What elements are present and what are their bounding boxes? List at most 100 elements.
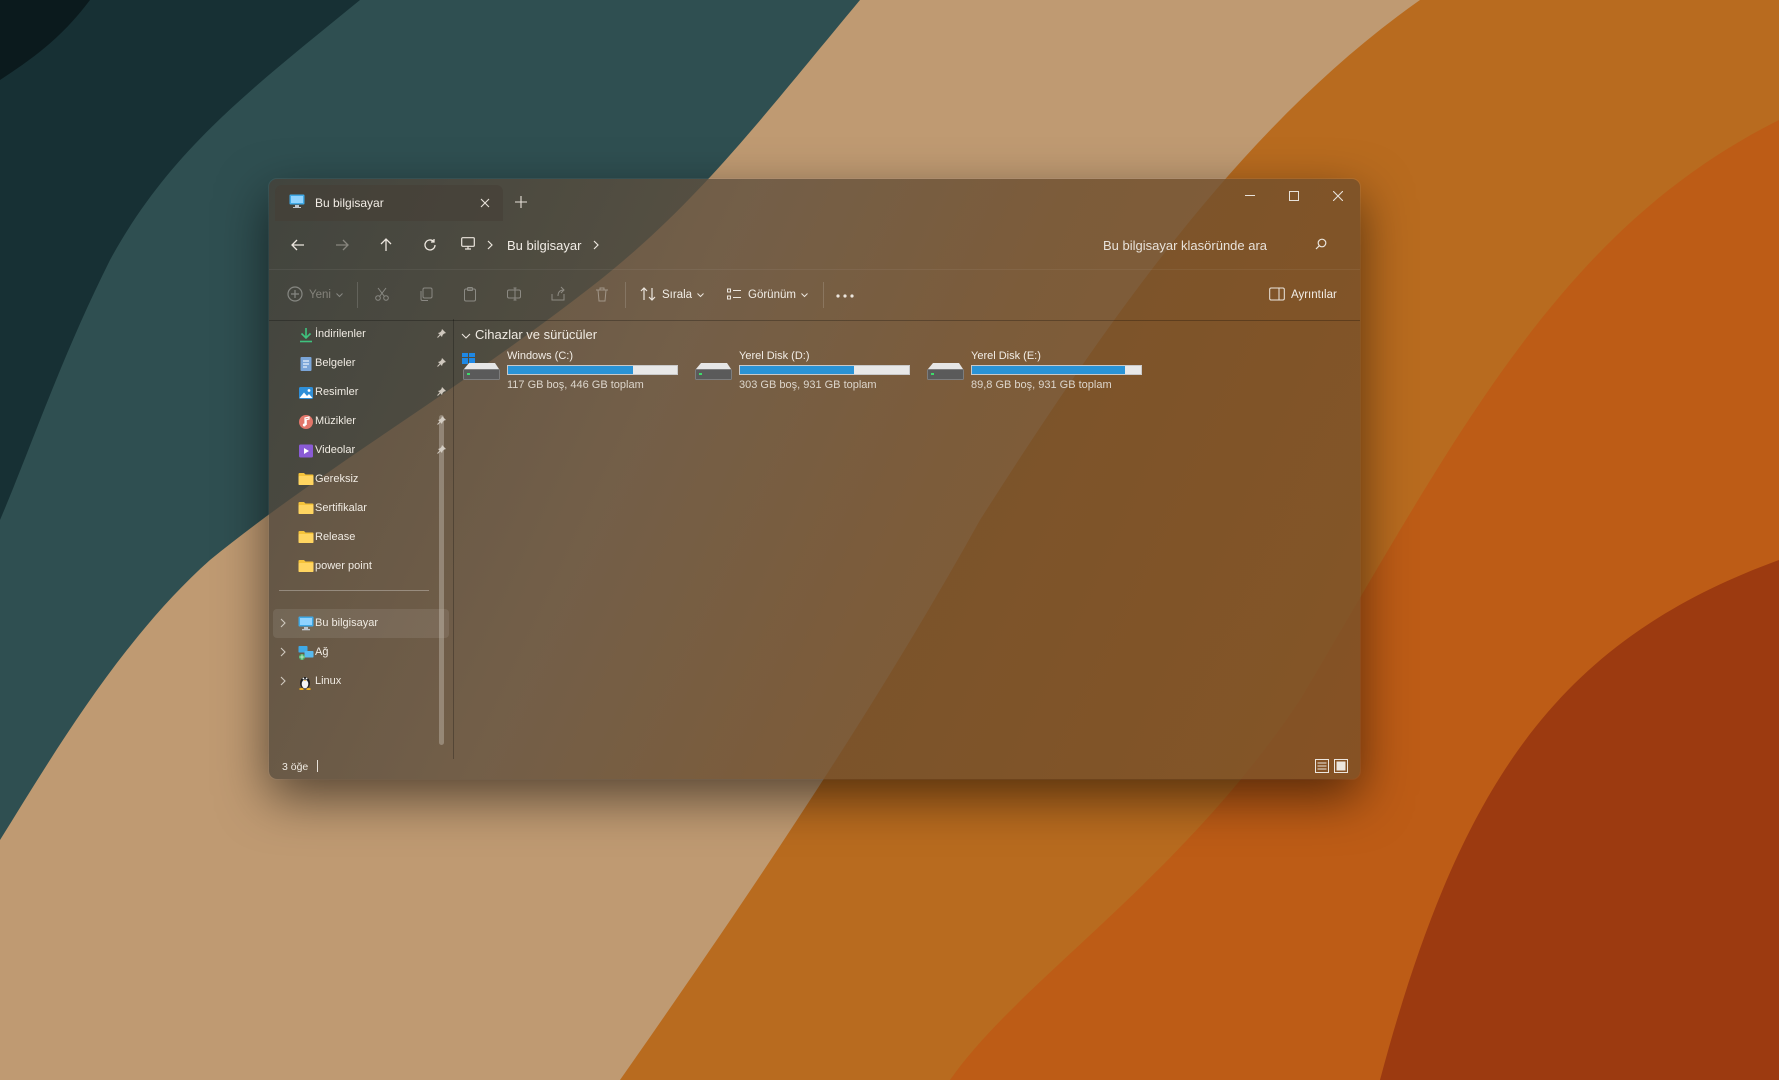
group-title: Cihazlar ve sürücüler xyxy=(475,327,598,342)
rename-button[interactable] xyxy=(506,282,522,308)
forward-button[interactable] xyxy=(326,231,358,259)
copy-icon xyxy=(418,286,434,305)
drive-name: Yerel Disk (D:) xyxy=(739,350,810,362)
pane-splitter[interactable] xyxy=(453,319,454,759)
sidebar-item-network[interactable]: Ağ xyxy=(273,638,449,667)
paste-button[interactable] xyxy=(462,282,478,308)
refresh-button[interactable] xyxy=(414,231,446,259)
hard-drive-icon xyxy=(693,353,733,388)
sort-button[interactable]: Sırala xyxy=(640,282,704,308)
plus-circle-icon xyxy=(287,285,303,305)
more-options-button[interactable] xyxy=(836,282,854,308)
folder-icon xyxy=(298,530,314,546)
status-divider xyxy=(317,760,318,772)
chevron-right-icon[interactable] xyxy=(280,618,286,631)
sidebar-item-folder[interactable]: Sertifikalar xyxy=(273,494,449,523)
folder-icon xyxy=(298,501,314,517)
details-pane-icon xyxy=(1269,287,1285,304)
tab-this-pc[interactable]: Bu bilgisayar xyxy=(275,185,503,221)
sidebar-item-folder[interactable]: Gereksiz xyxy=(273,465,449,494)
maximize-button[interactable] xyxy=(1272,179,1316,213)
rename-icon xyxy=(506,286,522,305)
breadcrumb-item-this-pc[interactable]: Bu bilgisayar xyxy=(507,238,581,253)
item-count: 3 öğe xyxy=(282,761,309,773)
details-label: Ayrıntılar xyxy=(1291,289,1337,301)
trash-icon xyxy=(594,286,610,305)
documents-icon xyxy=(298,356,314,372)
search-icon xyxy=(1315,238,1327,253)
sidebar-item-label: Videolar xyxy=(315,444,356,456)
chevron-right-icon[interactable] xyxy=(487,240,493,250)
minimize-button[interactable] xyxy=(1228,179,1272,213)
view-button[interactable]: Görünüm xyxy=(726,282,808,308)
sidebar-item-linux[interactable]: Linux xyxy=(273,667,449,696)
back-button[interactable] xyxy=(282,231,314,259)
drive-item[interactable]: Yerel Disk (E:) 89,8 GB boş, 931 GB topl… xyxy=(925,349,1142,393)
sidebar-item-label: Sertifikalar xyxy=(315,502,367,514)
cut-button[interactable] xyxy=(374,282,390,308)
chevron-right-icon[interactable] xyxy=(593,240,600,250)
sidebar-divider xyxy=(279,590,429,591)
folder-icon xyxy=(298,472,314,488)
up-button[interactable] xyxy=(370,231,402,259)
sidebar-item-videos[interactable]: Videolar xyxy=(273,436,449,465)
drive-item[interactable]: Windows (C:) 117 GB boş, 446 GB toplam xyxy=(461,349,678,393)
copy-button[interactable] xyxy=(418,282,434,308)
drive-usage-fill xyxy=(740,366,855,374)
sidebar-item-label: İndirilenler xyxy=(315,328,366,340)
pin-icon[interactable] xyxy=(437,386,447,399)
sidebar-item-label: Gereksiz xyxy=(315,473,359,485)
title-bar: Bu bilgisayar xyxy=(269,179,1360,221)
chevron-right-icon[interactable] xyxy=(280,647,286,660)
sidebar-item-documents[interactable]: Belgeler xyxy=(273,349,449,378)
hard-drive-icon xyxy=(925,353,965,388)
command-bar: Yeni Sırala Görünüm Ayrıntılar xyxy=(269,269,1360,321)
clipboard-icon xyxy=(462,286,478,305)
sidebar-item-label: Resimler xyxy=(315,386,359,398)
delete-button[interactable] xyxy=(594,282,610,308)
music-icon xyxy=(298,414,314,430)
drive-usage-fill xyxy=(972,366,1125,374)
os-drive-icon xyxy=(461,351,501,388)
pictures-icon xyxy=(298,385,314,401)
chevron-down-icon xyxy=(801,289,808,301)
chevron-down-icon xyxy=(336,289,343,301)
drive-info: 89,8 GB boş, 931 GB toplam xyxy=(971,379,1112,391)
computer-icon xyxy=(289,194,305,213)
search-box[interactable]: Bu bilgisayar klasöründe ara xyxy=(1087,231,1327,259)
breadcrumb[interactable]: Bu bilgisayar xyxy=(461,231,613,259)
chevron-down-icon xyxy=(697,289,704,301)
status-bar: 3 öğe xyxy=(269,755,1360,779)
new-tab-button[interactable] xyxy=(505,187,537,217)
sidebar-item-pictures[interactable]: Resimler xyxy=(273,378,449,407)
file-explorer-window: Bu bilgisayar Bu bilgisayar Bu bilgisaya… xyxy=(269,179,1360,779)
scissors-icon xyxy=(374,286,390,305)
sidebar-item-label: Release xyxy=(315,531,356,543)
sidebar-item-downloads[interactable]: İndirilenler xyxy=(273,320,449,349)
sidebar-item-music[interactable]: Müzikler xyxy=(273,407,449,436)
details-view-icon[interactable] xyxy=(1315,759,1329,776)
sidebar-scrollbar[interactable] xyxy=(439,415,444,745)
details-pane-button[interactable]: Ayrıntılar xyxy=(1269,282,1337,308)
share-button[interactable] xyxy=(550,282,566,308)
pin-icon[interactable] xyxy=(437,328,447,341)
share-icon xyxy=(550,286,566,305)
drive-usage-fill xyxy=(508,366,633,374)
close-tab-icon[interactable] xyxy=(471,189,499,217)
sidebar-item-folder[interactable]: power point xyxy=(273,552,449,581)
sidebar-item-this-pc[interactable]: Bu bilgisayar xyxy=(273,609,449,638)
drive-item[interactable]: Yerel Disk (D:) 303 GB boş, 931 GB topla… xyxy=(693,349,910,393)
more-icon xyxy=(836,289,854,301)
chevron-right-icon[interactable] xyxy=(280,676,286,689)
group-header-devices[interactable]: Cihazlar ve sürücüler xyxy=(461,327,597,342)
close-window-button[interactable] xyxy=(1316,179,1360,213)
new-button[interactable]: Yeni xyxy=(287,282,343,308)
address-row: Bu bilgisayar Bu bilgisayar klasöründe a… xyxy=(269,221,1360,269)
sidebar-item-label: Belgeler xyxy=(315,357,356,369)
pin-icon[interactable] xyxy=(437,357,447,370)
tiles-view-icon[interactable] xyxy=(1334,759,1348,776)
sidebar-item-folder[interactable]: Release xyxy=(273,523,449,552)
drive-usage-bar xyxy=(507,365,678,375)
sidebar-item-label: power point xyxy=(315,560,372,572)
view-list-icon xyxy=(726,286,742,305)
